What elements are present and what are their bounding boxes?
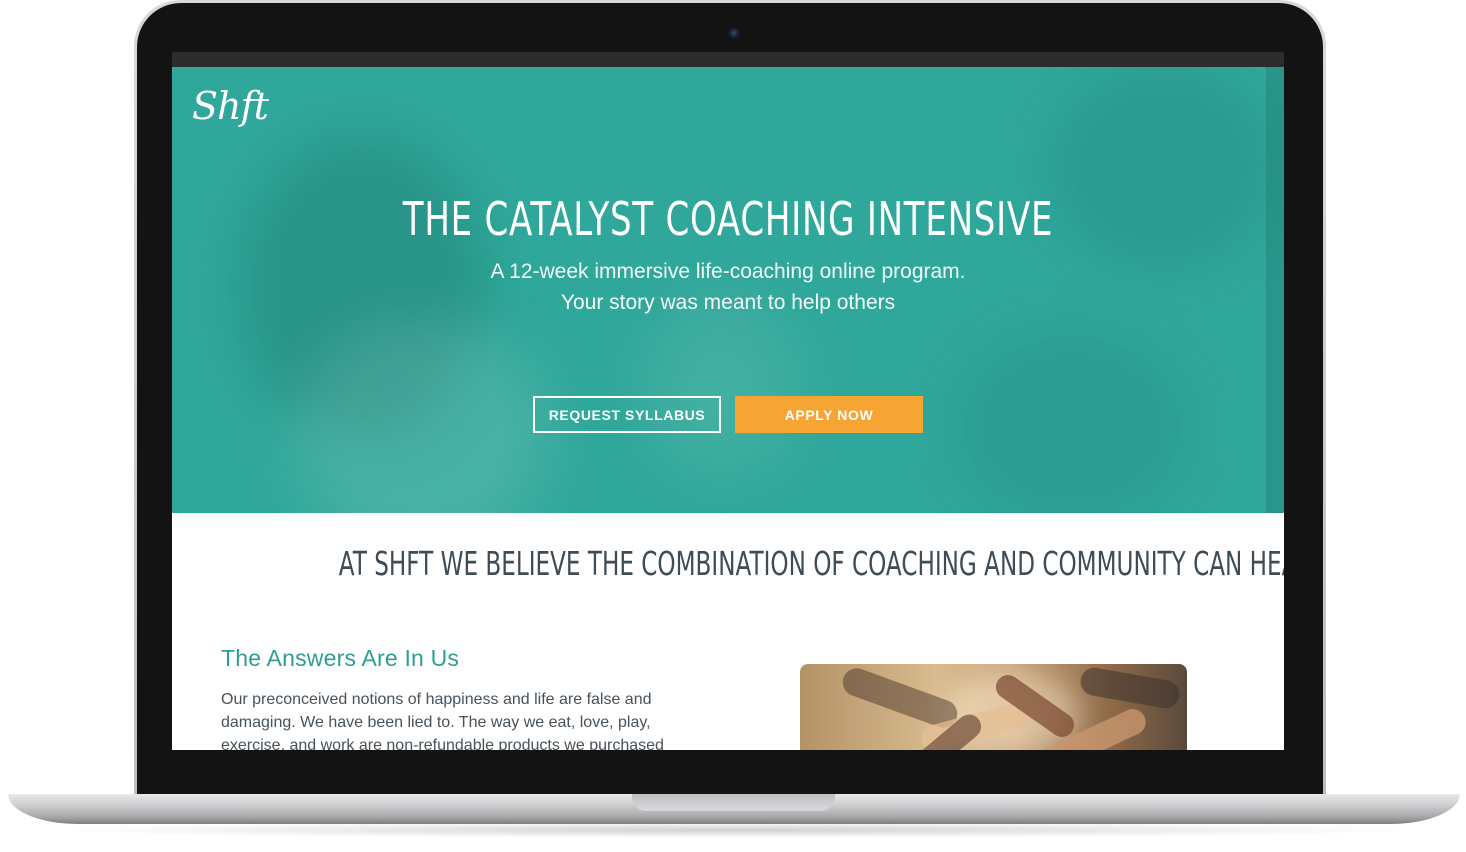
site-logo[interactable]: Shft bbox=[192, 87, 269, 125]
apply-now-button[interactable]: APPLY NOW bbox=[735, 396, 923, 433]
answers-body-line: Our preconceived notions of happiness an… bbox=[221, 691, 652, 708]
answers-body-line: exercise, and work are non-refundable pr… bbox=[221, 737, 664, 750]
answers-heading: The Answers Are In Us bbox=[221, 645, 460, 671]
browser-bar bbox=[172, 52, 1284, 67]
hero-subtitle-line-2: Your story was meant to help others bbox=[560, 291, 896, 314]
belief-statement: AT SHFT WE BELIEVE THE COMBINATION OF CO… bbox=[338, 544, 1284, 583]
hero-photo-overlay bbox=[952, 327, 1192, 513]
camera-icon bbox=[728, 27, 740, 39]
hero-section: Shft THE CATALYST COACHING INTENSIVE A 1… bbox=[172, 67, 1284, 513]
laptop-notch bbox=[632, 794, 835, 811]
hero-subtitle-line-1: A 12-week immersive life-coaching online… bbox=[490, 260, 966, 283]
community-hands-image bbox=[800, 664, 1187, 750]
screen: Shft THE CATALYST COACHING INTENSIVE A 1… bbox=[172, 52, 1284, 750]
hero-photo-overlay bbox=[642, 297, 802, 477]
hero-title: THE CATALYST COACHING INTENSIVE bbox=[402, 192, 1054, 246]
answers-body: Our preconceived notions of happiness an… bbox=[221, 688, 721, 750]
laptop-shadow bbox=[40, 822, 1428, 838]
answers-body-line: damaging. We have been lied to. The way … bbox=[221, 714, 651, 731]
request-syllabus-button[interactable]: REQUEST SYLLABUS bbox=[533, 396, 721, 433]
